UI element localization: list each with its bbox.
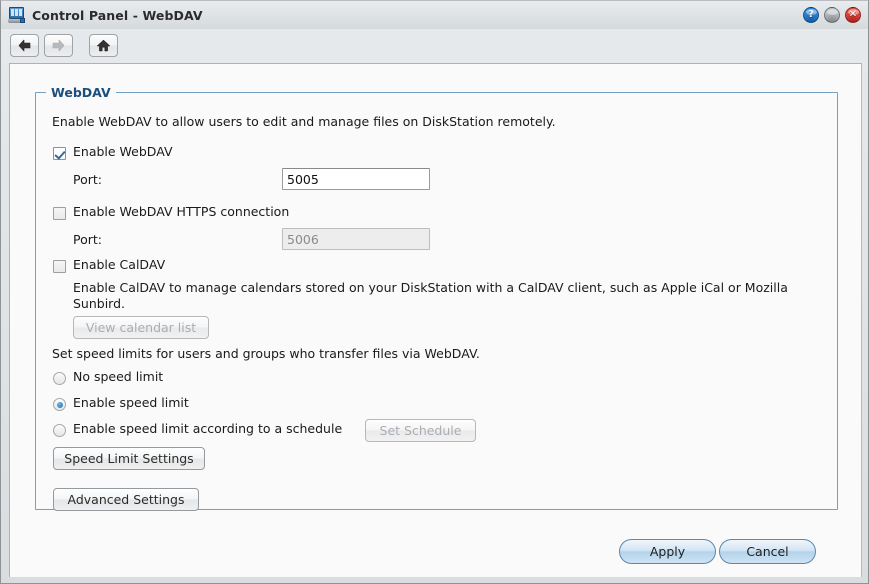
back-button[interactable] xyxy=(10,33,39,57)
minimize-button[interactable] xyxy=(824,7,840,23)
panel-description: Enable WebDAV to allow users to edit and… xyxy=(52,114,556,129)
close-button[interactable]: ✕ xyxy=(845,7,861,23)
home-icon xyxy=(96,39,111,52)
view-calendar-list-button[interactable]: View calendar list xyxy=(73,316,209,339)
https-port-input[interactable] xyxy=(282,228,430,250)
forward-arrow-icon xyxy=(51,39,66,52)
speed-limit-intro: Set speed limits for users and groups wh… xyxy=(52,346,480,361)
radio-no-speed-limit[interactable] xyxy=(53,372,66,385)
title-bar: Control Panel - WebDAV ? ✕ xyxy=(1,1,868,29)
forward-button xyxy=(44,33,73,57)
enable-webdav-checkbox[interactable] xyxy=(53,147,66,160)
radio-enable-speed-limit[interactable] xyxy=(53,398,66,411)
navigation-toolbar xyxy=(1,29,868,61)
https-port-label: Port: xyxy=(73,232,102,247)
window-title: Control Panel - WebDAV xyxy=(32,7,203,23)
control-panel-icon xyxy=(8,7,25,23)
enable-webdav-label: Enable WebDAV xyxy=(73,144,173,159)
set-schedule-button[interactable]: Set Schedule xyxy=(365,419,476,442)
content-area: WebDAV Enable WebDAV to allow users to e… xyxy=(9,63,862,577)
radio-no-speed-limit-label: No speed limit xyxy=(73,369,164,384)
enable-caldav-checkbox[interactable] xyxy=(53,260,66,273)
close-icon: ✕ xyxy=(848,9,858,20)
back-arrow-icon xyxy=(17,39,32,52)
port-label: Port: xyxy=(73,172,102,187)
port-input[interactable] xyxy=(282,168,430,190)
radio-speed-limit-schedule-label: Enable speed limit according to a schedu… xyxy=(73,421,343,436)
window-controls: ? ✕ xyxy=(803,7,861,23)
apply-button[interactable]: Apply xyxy=(619,539,716,564)
radio-enable-speed-limit-label: Enable speed limit xyxy=(73,395,189,410)
enable-https-checkbox[interactable] xyxy=(53,207,66,220)
speed-limit-settings-button[interactable]: Speed Limit Settings xyxy=(53,447,205,470)
enable-https-label: Enable WebDAV HTTPS connection xyxy=(73,204,290,219)
panel-legend: WebDAV xyxy=(51,85,111,100)
control-panel-window: Control Panel - WebDAV ? ✕ WebDAV Enable… xyxy=(0,0,869,584)
caldav-description: Enable CalDAV to manage calendars stored… xyxy=(73,280,788,311)
home-button[interactable] xyxy=(89,33,118,57)
advanced-settings-button[interactable]: Advanced Settings xyxy=(53,488,199,511)
cancel-button[interactable]: Cancel xyxy=(719,539,816,564)
help-button[interactable]: ? xyxy=(803,7,819,23)
webdav-panel: WebDAV Enable WebDAV to allow users to e… xyxy=(35,85,838,511)
help-icon: ? xyxy=(808,9,814,20)
enable-caldav-label: Enable CalDAV xyxy=(73,257,166,272)
radio-speed-limit-schedule[interactable] xyxy=(53,424,66,437)
